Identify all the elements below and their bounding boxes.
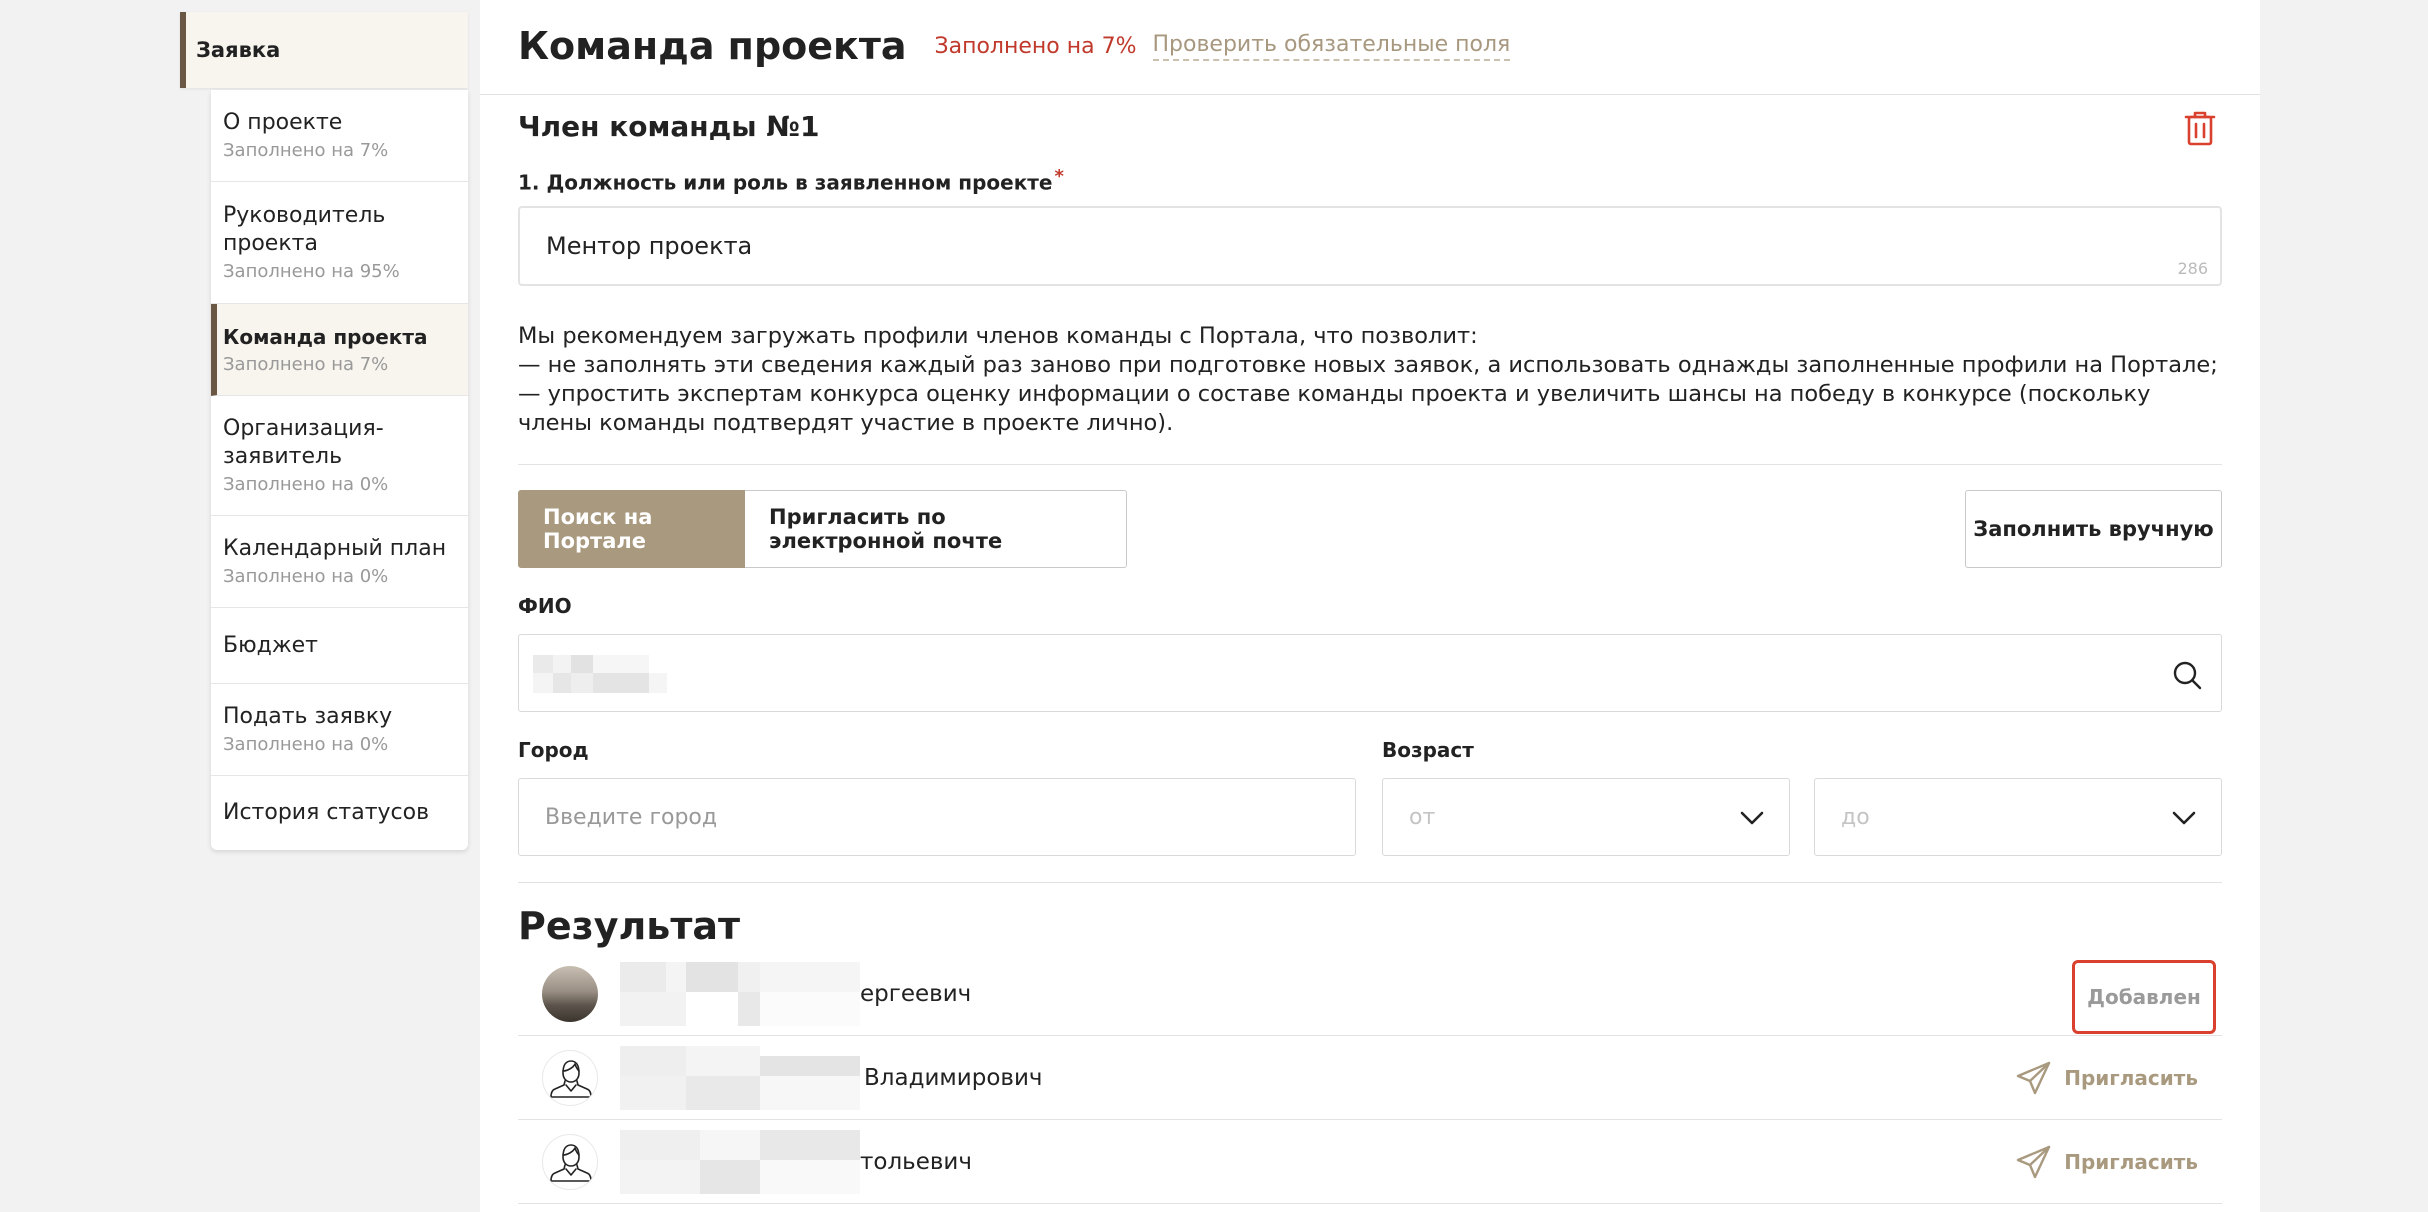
sidebar-item-progress: Заполнено на 0% bbox=[223, 565, 389, 587]
progress-status: Заполнено на 7% bbox=[934, 33, 1137, 59]
fio-search-input[interactable] bbox=[518, 634, 2222, 712]
result-row: Владимирович Пригласить bbox=[518, 1036, 2222, 1120]
age-from-select[interactable]: от bbox=[1382, 778, 1790, 856]
sidebar-item-label: Руководитель проекта bbox=[223, 202, 386, 256]
avatar bbox=[542, 1050, 598, 1106]
sidebar-item-label: История статусов bbox=[223, 800, 430, 825]
check-required-fields-link[interactable]: Проверить обязательные поля bbox=[1152, 32, 1511, 61]
invite-label: Пригласить bbox=[2064, 1066, 2198, 1090]
city-input[interactable]: Введите город bbox=[518, 778, 1356, 856]
divider bbox=[518, 882, 2222, 883]
sidebar-root-label: Заявка bbox=[196, 38, 281, 62]
age-to-select[interactable]: до bbox=[1814, 778, 2222, 856]
sidebar-item-progress: Заполнено на 7% bbox=[223, 139, 389, 161]
divider bbox=[518, 464, 2222, 465]
fio-label: ФИО bbox=[518, 594, 572, 618]
sidebar-item-label: Команда проекта bbox=[223, 324, 428, 349]
avatar bbox=[542, 966, 598, 1022]
invite-button[interactable]: Пригласить bbox=[2016, 1120, 2198, 1204]
role-input[interactable]: Ментор проекта 286 bbox=[518, 206, 2222, 286]
result-row: тольевич Пригласить bbox=[518, 1120, 2222, 1204]
sidebar-item-project-lead[interactable]: Руководитель проекта Заполнено на 95% bbox=[211, 182, 468, 304]
divider bbox=[480, 94, 2260, 95]
fill-manually-button[interactable]: Заполнить вручную bbox=[1965, 490, 2222, 568]
trash-icon bbox=[2184, 111, 2216, 146]
sidebar-item-progress: Заполнено на 7% bbox=[223, 353, 389, 375]
send-icon bbox=[2017, 1145, 2051, 1179]
chevron-down-icon bbox=[1740, 811, 1764, 825]
sidebar-item-about-project[interactable]: О проекте Заполнено на 7% bbox=[211, 90, 468, 182]
sidebar-sections: О проекте Заполнено на 7% Руководитель п… bbox=[211, 90, 468, 850]
invite-button[interactable]: Пригласить bbox=[2016, 1036, 2198, 1120]
search-icon bbox=[2173, 661, 2202, 690]
role-label-text: 1. Должность или роль в заявленном проек… bbox=[518, 170, 1053, 195]
search-button[interactable] bbox=[2171, 659, 2203, 691]
redacted-name bbox=[620, 962, 860, 1026]
age-to-placeholder: до bbox=[1841, 804, 1870, 830]
person-outline-icon bbox=[550, 1144, 592, 1182]
send-icon bbox=[2017, 1061, 2051, 1095]
sidebar-item-label: О проекте bbox=[223, 109, 343, 135]
sidebar-item-label: Подать заявку bbox=[223, 703, 393, 729]
results-title: Результат bbox=[518, 904, 741, 948]
added-button[interactable]: Добавлен bbox=[2072, 960, 2216, 1034]
sidebar-item-project-team[interactable]: Команда проекта Заполнено на 7% bbox=[211, 304, 468, 396]
sidebar-item-label: Организация-заявитель bbox=[223, 415, 384, 469]
city-placeholder: Введите город bbox=[545, 804, 718, 830]
redacted-name bbox=[620, 1130, 860, 1194]
member-name: Владимирович bbox=[864, 1065, 1043, 1091]
info-line: — упростить экспертам конкурса оценку ин… bbox=[518, 381, 2151, 436]
tab-invite-email[interactable]: Пригласить по электронной почте bbox=[745, 490, 1127, 568]
sidebar-item-budget[interactable]: Бюджет bbox=[211, 608, 468, 684]
sidebar-item-status-history[interactable]: История статусов bbox=[211, 776, 468, 850]
info-line: Мы рекомендуем загружать профили членов … bbox=[518, 323, 1478, 349]
member-name: тольевич bbox=[860, 1149, 972, 1175]
sidebar-item-label: Бюджет bbox=[223, 632, 318, 658]
delete-member-button[interactable] bbox=[2180, 108, 2220, 148]
tab-search-portal[interactable]: Поиск на Портале bbox=[518, 490, 745, 568]
sidebar-item-progress: Заполнено на 0% bbox=[223, 473, 389, 495]
info-line: — не заполнять эти сведения каждый раз з… bbox=[518, 352, 2218, 378]
member-name: ергеевич bbox=[860, 981, 972, 1007]
sidebar-item-applicant-org[interactable]: Организация-заявитель Заполнено на 0% bbox=[211, 396, 468, 516]
member-title: Член команды №1 bbox=[518, 110, 820, 143]
age-from-placeholder: от bbox=[1409, 804, 1436, 830]
sidebar-item-submit[interactable]: Подать заявку Заполнено на 0% bbox=[211, 684, 468, 776]
member-source-tabs: Поиск на Портале Пригласить по электронн… bbox=[518, 490, 1127, 568]
sidebar-item-label: Календарный план bbox=[223, 535, 447, 561]
sidebar-item-progress: Заполнено на 0% bbox=[223, 733, 389, 755]
redacted-name bbox=[620, 1046, 860, 1110]
role-field-label: 1. Должность или роль в заявленном проек… bbox=[518, 166, 1064, 195]
sidebar: Заявка О проекте Заполнено на 7% Руковод… bbox=[0, 0, 480, 1212]
sidebar-item-calendar-plan[interactable]: Календарный план Заполнено на 0% bbox=[211, 516, 468, 608]
main-panel: Команда проекта Заполнено на 7% Проверит… bbox=[480, 0, 2260, 1212]
avatar bbox=[542, 1134, 598, 1190]
page-header: Команда проекта Заполнено на 7% Проверит… bbox=[518, 18, 1511, 74]
invite-label: Пригласить bbox=[2064, 1150, 2198, 1174]
age-label: Возраст bbox=[1382, 738, 1474, 762]
city-label: Город bbox=[518, 738, 589, 762]
required-mark: * bbox=[1054, 166, 1064, 187]
sidebar-item-progress: Заполнено на 95% bbox=[223, 260, 400, 282]
recommendation-text: Мы рекомендуем загружать профили членов … bbox=[518, 322, 2222, 438]
person-outline-icon bbox=[550, 1060, 592, 1098]
page-title: Команда проекта bbox=[518, 24, 907, 68]
result-row: ергеевич Добавлен bbox=[518, 952, 2222, 1036]
redacted-text bbox=[533, 655, 667, 693]
chevron-down-icon bbox=[2172, 811, 2196, 825]
char-counter: 286 bbox=[2177, 259, 2208, 278]
sidebar-root-application[interactable]: Заявка bbox=[180, 12, 468, 88]
role-input-value: Ментор проекта bbox=[546, 232, 753, 260]
